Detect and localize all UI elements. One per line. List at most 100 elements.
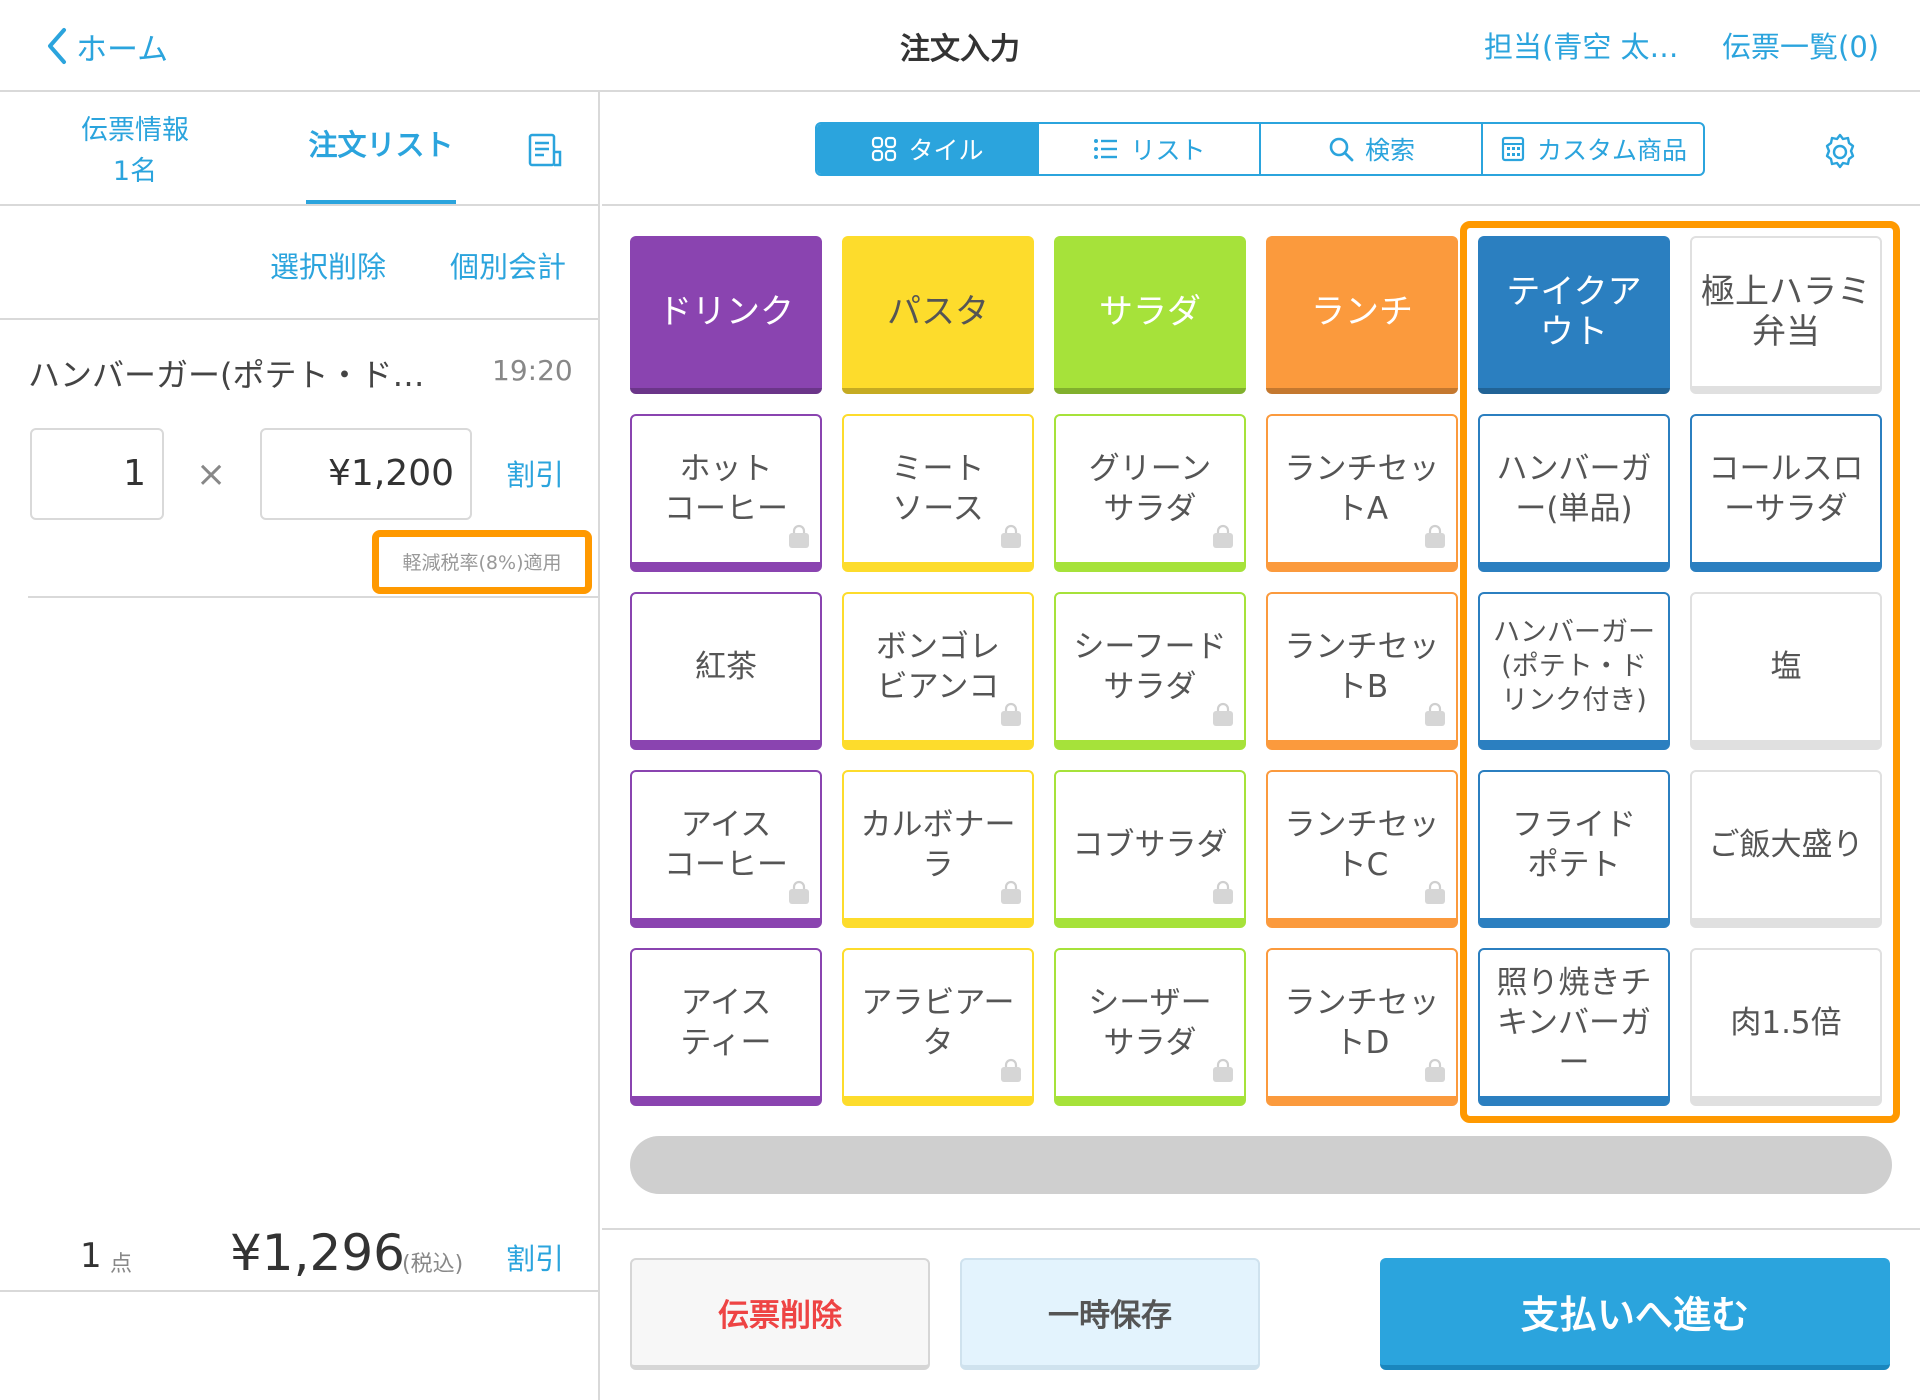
shopping-bag-icon (998, 702, 1024, 728)
top-header: ホーム 注文入力 担当(青空 太… 伝票一覧(0) (0, 0, 1920, 92)
divider (602, 1228, 1920, 1230)
tab-custom-product[interactable]: カスタム商品 (1483, 124, 1703, 174)
tab-search[interactable]: 検索 (1261, 124, 1483, 174)
product-tile[interactable]: ランチセッ トA (1266, 414, 1458, 572)
total-discount-button[interactable]: 割引 (506, 1236, 564, 1278)
product-tile[interactable]: フライド ポテト (1478, 770, 1670, 928)
product-tile[interactable]: ハンバーガ ー(単品) (1478, 414, 1670, 572)
delete-slip-button[interactable]: 伝票削除 (630, 1258, 930, 1370)
tab-tile-label: タイル (908, 136, 984, 165)
shopping-bag-icon (998, 524, 1024, 550)
gear-icon[interactable] (1818, 130, 1862, 174)
product-tile[interactable]: ランチセッ トD (1266, 948, 1458, 1106)
category-tile[interactable]: ランチ (1266, 236, 1458, 394)
category-label: サラダ (1099, 292, 1201, 332)
product-tile[interactable]: 照り焼きチ キンバーガ ー (1478, 948, 1670, 1106)
category-label: パスタ (887, 292, 989, 332)
product-tile[interactable]: コブサラダ (1054, 770, 1246, 928)
multiply-sign: × (196, 454, 227, 495)
category-tile[interactable]: テイクア ウト (1478, 236, 1670, 394)
product-label: ランチセッ トA (1284, 451, 1440, 527)
tab-slip-info[interactable]: 伝票情報 1名 (55, 110, 215, 192)
category-tile[interactable]: サラダ (1054, 236, 1246, 394)
product-label: コブサラダ (1072, 827, 1228, 863)
order-summary (0, 1290, 598, 1400)
product-label: ミート ソース (891, 451, 985, 527)
tab-list[interactable]: リスト (1039, 124, 1261, 174)
product-label: コールスロ ーサラダ (1708, 451, 1864, 527)
shopping-bag-icon (786, 524, 812, 550)
quantity-field[interactable]: 1 (30, 428, 164, 520)
shopping-bag-icon (786, 880, 812, 906)
order-list-panel: 伝票情報 1名 注文リスト 選択削除 個別会計 ハンバーガー(ポテト・ド… 19… (0, 92, 600, 1400)
product-label: 照り焼きチ キンバーガ ー (1496, 965, 1652, 1081)
product-tile[interactable]: ランチセッ トB (1266, 592, 1458, 750)
shopping-bag-icon (1422, 524, 1448, 550)
product-tile[interactable]: アイス コーヒー (630, 770, 822, 928)
category-tile[interactable]: ドリンク (630, 236, 822, 394)
category-tile[interactable]: パスタ (842, 236, 1034, 394)
product-label: フライド ポテト (1512, 807, 1636, 883)
staff-button[interactable]: 担当(青空 太… (1484, 24, 1679, 66)
product-tile[interactable]: ミート ソース (842, 414, 1034, 572)
product-label: ご飯大盛り (1708, 827, 1864, 863)
hold-button[interactable]: 一時保存 (960, 1258, 1260, 1370)
product-tile[interactable]: ホット コーヒー (630, 414, 822, 572)
split-payment-button[interactable]: 個別会計 (450, 244, 566, 286)
item-discount-button[interactable]: 割引 (506, 452, 564, 494)
category-tile[interactable]: 極上ハラミ 弁当 (1690, 236, 1882, 394)
tab-active-indicator (306, 200, 456, 204)
shopping-bag-icon (1210, 880, 1236, 906)
slip-list-button[interactable]: 伝票一覧(0) (1722, 24, 1879, 66)
product-label: ハンバーガ ー(単品) (1496, 451, 1652, 527)
product-label: ハンバーガー (ポテト・ド リンク付き) (1493, 617, 1655, 716)
product-tile[interactable]: ランチセッ トC (1266, 770, 1458, 928)
product-label: アイス ティー (680, 985, 772, 1061)
tab-tile[interactable]: タイル (817, 124, 1039, 174)
tax-included-label: (税込) (402, 1252, 464, 1277)
tab-slip-info-label: 伝票情報 (81, 115, 189, 146)
calculator-icon (1501, 136, 1525, 162)
product-tile[interactable]: グリーン サラダ (1054, 414, 1246, 572)
product-label: ボンゴレ ビアンコ (876, 629, 1000, 705)
tab-order-list[interactable]: 注文リスト (306, 122, 456, 164)
product-tile[interactable]: アイス ティー (630, 948, 822, 1106)
product-label: ランチセッ トC (1284, 807, 1440, 883)
product-tile[interactable]: シーザー サラダ (1054, 948, 1246, 1106)
product-tile[interactable]: アラビアー タ (842, 948, 1034, 1106)
list-actions: 選択削除 個別会計 (0, 206, 598, 320)
delete-selected-button[interactable]: 選択削除 (270, 244, 386, 286)
category-label: 極上ハラミ 弁当 (1701, 272, 1871, 352)
product-tile[interactable]: ボンゴレ ビアンコ (842, 592, 1034, 750)
proceed-payment-button[interactable]: 支払いへ進む (1380, 1258, 1890, 1370)
shopping-bag-icon (1210, 524, 1236, 550)
product-tile[interactable]: ハンバーガー (ポテト・ド リンク付き) (1478, 592, 1670, 750)
total-amount: ¥1,296 (230, 1224, 405, 1282)
grid-icon (872, 136, 897, 162)
item-count: 1 (80, 1236, 102, 1276)
product-tile[interactable]: 塩 (1690, 592, 1882, 750)
shopping-bag-icon (1422, 702, 1448, 728)
product-label: ホット コーヒー (664, 451, 788, 527)
tab-custom-product-label: カスタム商品 (1536, 136, 1687, 165)
product-tile[interactable]: シーフード サラダ (1054, 592, 1246, 750)
product-label: アラビアー タ (861, 985, 1015, 1061)
list-icon (1094, 139, 1118, 159)
view-mode-tabs: タイル リスト 検索 カスタム商品 (815, 122, 1705, 176)
shopping-bag-icon (1210, 702, 1236, 728)
product-label: 肉1.5倍 (1730, 1005, 1842, 1041)
product-tile[interactable]: 紅茶 (630, 592, 822, 750)
product-label: ランチセッ トD (1284, 985, 1440, 1061)
order-item-name: ハンバーガー(ポテト・ド… (28, 356, 425, 394)
shopping-bag-icon (1422, 880, 1448, 906)
receipt-icon[interactable] (524, 130, 564, 170)
shopping-bag-icon (998, 880, 1024, 906)
product-tile[interactable]: コールスロ ーサラダ (1690, 414, 1882, 572)
product-tile[interactable]: ご飯大盛り (1690, 770, 1882, 928)
page-scrollbar[interactable] (630, 1136, 1892, 1194)
category-label: ランチ (1311, 292, 1413, 332)
product-tile[interactable]: カルボナー ラ (842, 770, 1034, 928)
product-tile[interactable]: 肉1.5倍 (1690, 948, 1882, 1106)
product-label: アイス コーヒー (664, 807, 788, 883)
price-field[interactable]: ¥1,200 (260, 428, 472, 520)
